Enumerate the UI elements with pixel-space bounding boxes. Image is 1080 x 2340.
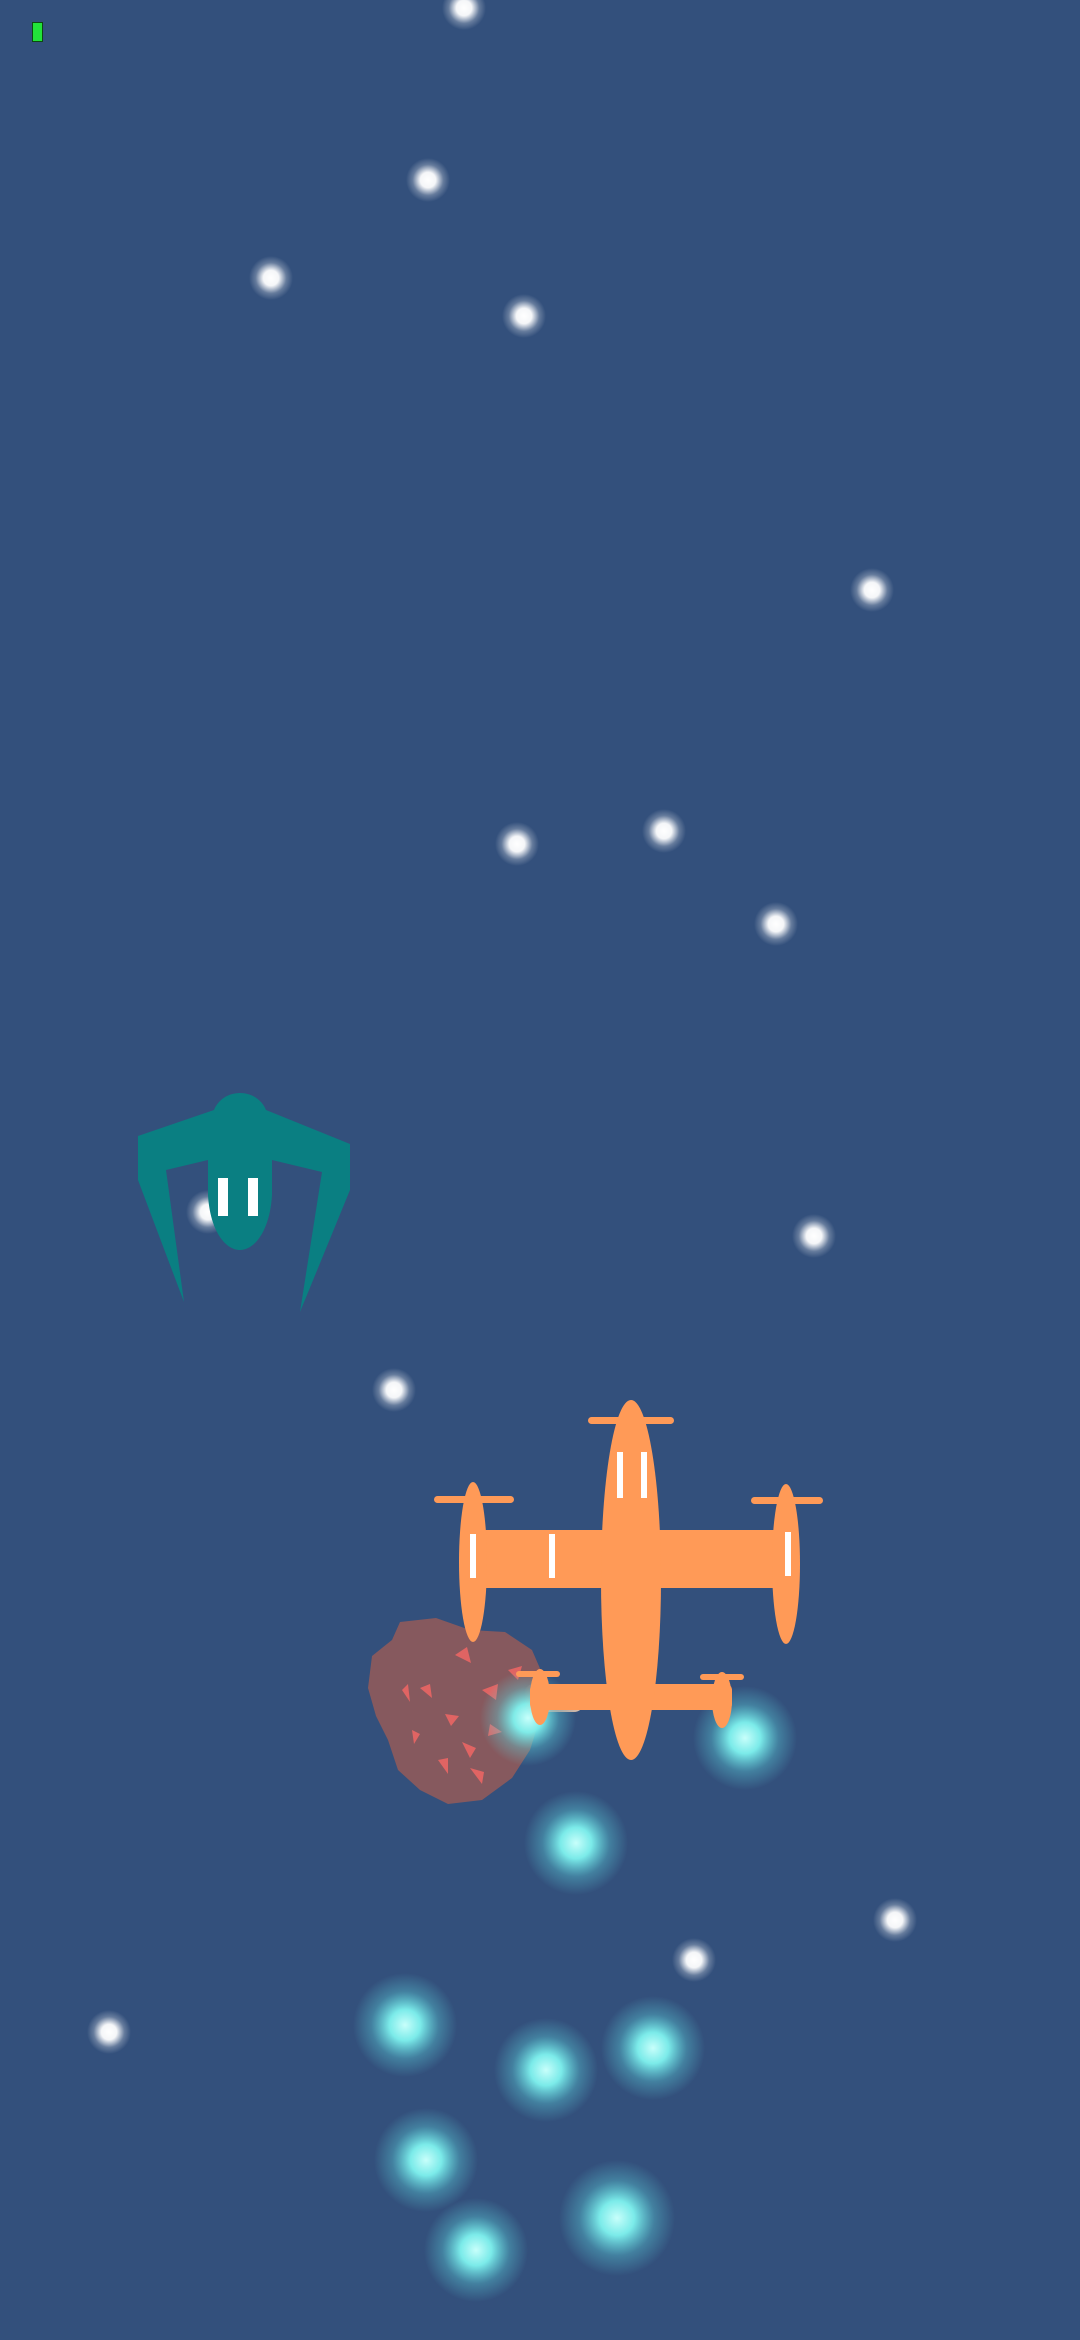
plane-tail-left-propeller <box>516 1671 560 1677</box>
plane-left-propeller <box>434 1496 514 1503</box>
plane-tail-left-fin <box>530 1669 550 1725</box>
plane-tail-right-propeller <box>700 1674 744 1680</box>
star <box>850 568 894 612</box>
plane-fuselage <box>601 1400 661 1760</box>
star <box>754 902 798 946</box>
star <box>642 809 686 853</box>
energy-orb[interactable] <box>424 2198 528 2302</box>
plane-right-propeller <box>751 1497 823 1504</box>
enemy-ship[interactable] <box>138 1093 350 1312</box>
star <box>502 294 546 338</box>
plane-tail-right-fin <box>712 1672 732 1728</box>
plane-nose-propeller <box>588 1417 674 1424</box>
game-screen[interactable] <box>0 0 1080 2340</box>
star <box>442 0 486 30</box>
energy-orb[interactable] <box>494 2018 598 2122</box>
star <box>792 1214 836 1258</box>
energy-orb[interactable] <box>559 2160 675 2276</box>
star <box>406 158 450 202</box>
enemy-ship-window <box>248 1178 258 1216</box>
star <box>372 1368 416 1412</box>
star <box>249 256 293 300</box>
energy-orb[interactable] <box>524 1791 628 1895</box>
star <box>873 1898 917 1942</box>
energy-orb[interactable] <box>353 1973 457 2077</box>
energy-orb[interactable] <box>374 2108 478 2212</box>
health-bar-fill <box>33 23 42 41</box>
game-canvas <box>87 0 917 2302</box>
health-bar <box>32 22 43 42</box>
enemy-ship-hull <box>138 1093 350 1312</box>
star <box>672 1938 716 1982</box>
energy-orb[interactable] <box>601 1996 705 2100</box>
enemy-ship-window <box>218 1178 228 1216</box>
star <box>495 822 539 866</box>
star <box>87 2010 131 2054</box>
